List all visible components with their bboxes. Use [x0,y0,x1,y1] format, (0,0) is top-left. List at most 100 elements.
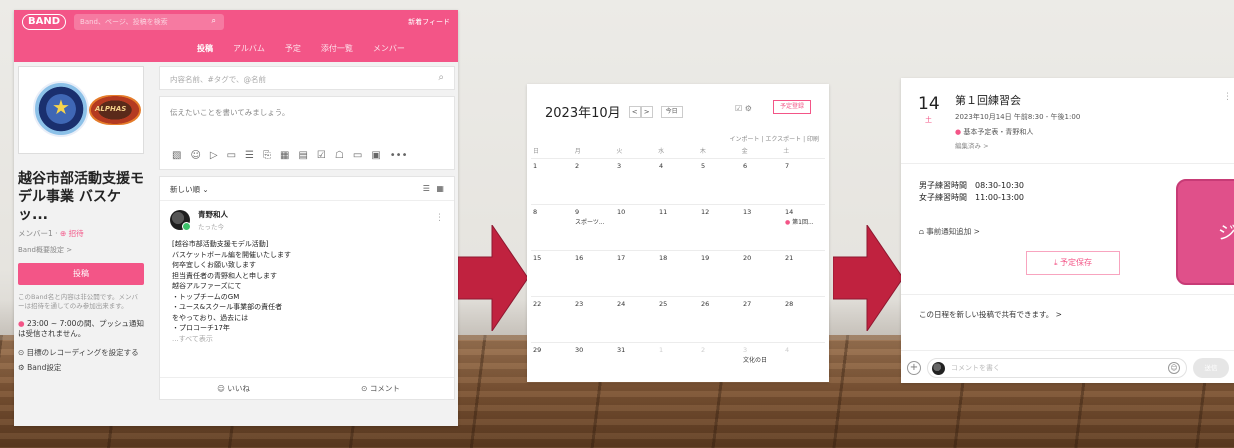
avatar[interactable] [170,210,191,231]
gif-icon[interactable]: ▭ [227,150,236,161]
calendar-day-cell[interactable]: 7 [783,159,825,204]
band-logo[interactable]: BAND [22,14,67,30]
calendar-day-cell[interactable]: 26 [699,297,741,342]
calendar-import-export-links[interactable]: インポート | エクスポート | 印刷 [730,134,820,143]
add-notification-link[interactable]: ⩍ 事前通知追加 > [919,226,980,237]
calendar-day-cell[interactable]: 20 [741,251,783,296]
calendar-day-cell[interactable]: 13 [741,205,783,250]
post-menu-icon[interactable]: ⋮ [435,213,444,223]
calendar-day-cell[interactable]: 1 [531,159,573,204]
calendar-event-label: 第1回... [792,219,814,226]
post-search-input[interactable]: 内容名前、#タグで、@名前 ⌕ [159,66,455,90]
file-icon[interactable]: ▤ [298,150,307,161]
calendar-day-cell[interactable]: 18 [657,251,699,296]
calendar-settings-icon[interactable]: ☑ ⚙ [735,104,752,113]
tab-album[interactable]: アルバム [233,43,265,54]
calendar-day-cell[interactable]: 21 [783,251,825,296]
view-toggle-icon[interactable]: ☰ ▦ [423,184,446,193]
calendar-day-number: 15 [533,254,542,262]
calendar-icon[interactable]: ▦ [280,150,289,161]
calendar-event[interactable]: スポーツ... [575,217,613,226]
invite-link[interactable]: ⊕ 招待 [60,229,84,238]
calendar-day-cell[interactable]: 22 [531,297,573,342]
people-icon[interactable]: ☖ [335,150,344,161]
calendar-day-cell[interactable]: 28 [783,297,825,342]
edited-link[interactable]: 編集済み > [955,140,989,150]
add-schedule-button[interactable]: 予定登録 [772,100,811,114]
event-calendar-label: 基本予定表・青野和人 [963,128,1034,136]
calendar-day-cell[interactable]: 30 [573,343,615,388]
calendar-day-cell[interactable]: 12 [699,205,741,250]
weekday-label: 土 [783,148,790,155]
calendar-day-cell[interactable]: 31 [615,343,657,388]
checklist-icon[interactable]: ☑ [317,150,326,161]
tab-posts[interactable]: 投稿 [197,43,213,54]
tab-members[interactable]: メンバー [373,43,405,54]
calendar-day-cell[interactable]: 11 [657,205,699,250]
calendar-event[interactable]: ● 第1回... [785,217,823,226]
band-settings-link[interactable]: ⚙ Band設定 [18,362,144,373]
share-in-post-link[interactable]: この日程を新しい投稿で共有できます。 > [919,309,1062,320]
calendar-day-cell[interactable]: 10 [615,205,657,250]
post-author-name[interactable]: 青野和人 [198,209,228,220]
calendar-day-cell[interactable]: 1 [657,343,699,388]
post-button[interactable]: 投稿 [18,263,144,285]
calendar-day-cell[interactable]: 2 [573,159,615,204]
calendar-event[interactable]: 文化の日 [743,355,781,364]
comment-placeholder: コメントを書く [951,364,1000,372]
calendar-day-cell[interactable]: 5 [699,159,741,204]
calendar-day-cell[interactable]: 16 [573,251,615,296]
emoji-icon[interactable]: ☺ [1168,362,1180,374]
comment-input[interactable]: コメントを書く ☺ [927,358,1187,378]
prev-month-button[interactable]: < [628,105,641,118]
calendar-day-cell[interactable]: 4 [783,343,825,388]
tab-schedule[interactable]: 予定 [285,43,301,54]
share-icon[interactable]: ▣ [371,150,380,161]
calendar-day-cell[interactable]: 23 [573,297,615,342]
send-button[interactable]: 送信 [1193,358,1229,378]
record-goal-link[interactable]: ⊙ 目標のレコーディングを設定する [18,347,144,358]
today-button[interactable]: 今日 [660,105,683,118]
calendar-day-cell[interactable]: 2 [699,343,741,388]
calendar-day-number: 7 [785,162,790,170]
add-icon[interactable]: + [907,361,921,375]
calendar-day-cell[interactable]: 3 文化の日 [741,343,783,388]
chat-icon[interactable]: ▭ [353,150,362,161]
calendar-day-cell[interactable]: 29 [531,343,573,388]
calendar-day-cell[interactable]: 3 [615,159,657,204]
comment-button[interactable]: ⊙ コメント [307,378,454,399]
video-icon[interactable]: ▷ [210,150,218,161]
calendar-day-cell[interactable]: 17 [615,251,657,296]
more-icon[interactable]: ••• [390,150,408,161]
like-button[interactable]: ☺ いいね [160,378,307,399]
calendar-day-cell[interactable]: 19 [699,251,741,296]
calendar-day-cell[interactable]: 8 [531,205,573,250]
photo-icon[interactable]: ▧ [172,150,181,161]
calendar-week-row: 22 23 24 25 26 27 28 [531,296,825,342]
attachment-icon[interactable]: ⎘ [263,150,271,161]
calendar-day-cell[interactable]: 25 [657,297,699,342]
calendar-day-cell[interactable]: 15 [531,251,573,296]
poll-icon[interactable]: ☰ [245,150,254,161]
calendar-day-cell[interactable]: 24 [615,297,657,342]
weekday-label: 月 [574,148,581,155]
calendar-day-cell[interactable]: 14 ● 第1回... [783,205,825,250]
post-composer[interactable]: 伝えたいことを書いてみましょう。 ▧ ☺ ▷ ▭ ☰ ⎘ ▦ ▤ ☑ ☖ ▭ ▣… [159,96,455,170]
band-search-input[interactable]: Band、ページ、投稿を検索 ⌕ [74,14,225,30]
show-all-link[interactable]: ...すべて表示 [172,334,442,345]
new-feed-link[interactable]: 新着フィード [408,17,450,27]
tab-attachments[interactable]: 添付一覧 [321,43,353,54]
calendar-day-cell[interactable]: 9 スポーツ... [573,205,615,250]
calendar-day-cell[interactable]: 4 [657,159,699,204]
sticker-icon[interactable]: ☺ [190,150,200,161]
band-summary-settings-link[interactable]: Band概要設定 > [18,245,144,255]
post-line: 越谷アルファーズにて [172,282,242,290]
sort-dropdown[interactable]: 新しい順 ⌄ [170,185,209,194]
search-icon[interactable]: ⌕ [438,72,444,83]
save-schedule-button[interactable]: ⤓ 予定保存 [1026,251,1120,275]
next-month-button[interactable]: > [640,105,653,118]
search-icon[interactable]: ⌕ [212,16,216,26]
event-menu-icon[interactable]: ⋮ [1223,92,1232,102]
calendar-day-cell[interactable]: 6 [741,159,783,204]
calendar-day-cell[interactable]: 27 [741,297,783,342]
